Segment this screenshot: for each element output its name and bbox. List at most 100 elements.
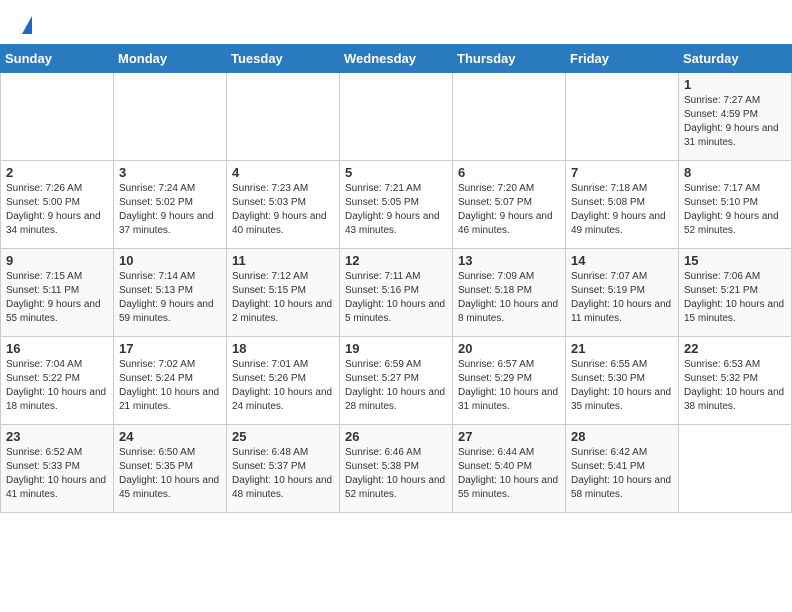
- day-number: 4: [232, 165, 334, 180]
- calendar-cell: 27 Sunrise: 6:44 AM Sunset: 5:40 PM Dayli…: [453, 425, 566, 513]
- day-number: 2: [6, 165, 108, 180]
- calendar-cell: 21Sunrise: 6:55 AM Sunset: 5:30 PM Dayli…: [566, 337, 679, 425]
- day-number: 24: [119, 429, 221, 444]
- day-info: Sunrise: 7:24 AM Sunset: 5:02 PM Dayligh…: [119, 182, 221, 238]
- page: SundayMondayTuesdayWednesdayThursdayFrid…: [0, 0, 792, 513]
- day-number: 18: [232, 341, 334, 356]
- calendar-cell: 28 Sunrise: 6:42 AM Sunset: 5:41 PM Dayli…: [566, 425, 679, 513]
- calendar-cell: 2 Sunrise: 7:26 AM Sunset: 5:00 PM Daylig…: [1, 161, 114, 249]
- day-info: Sunrise: 7:01 AM Sunset: 5:26 PM Dayligh…: [232, 358, 334, 414]
- week-row-5: 23Sunrise: 6:52 AM Sunset: 5:33 PM Dayli…: [1, 425, 792, 513]
- day-header-monday: Monday: [114, 45, 227, 73]
- day-number: 25: [232, 429, 334, 444]
- day-header-sunday: Sunday: [1, 45, 114, 73]
- day-info: Sunrise: 7:12 AM Sunset: 5:15 PM Dayligh…: [232, 270, 334, 326]
- calendar-cell: 9 Sunrise: 7:15 AM Sunset: 5:11 PM Daylig…: [1, 249, 114, 337]
- day-header-thursday: Thursday: [453, 45, 566, 73]
- day-number: 5: [345, 165, 447, 180]
- day-info: Sunrise: 6:57 AM Sunset: 5:29 PM Dayligh…: [458, 358, 560, 414]
- day-header-wednesday: Wednesday: [340, 45, 453, 73]
- calendar-cell: [566, 73, 679, 161]
- day-info: Sunrise: 6:52 AM Sunset: 5:33 PM Dayligh…: [6, 446, 108, 502]
- day-info: Sunrise: 7:20 AM Sunset: 5:07 PM Dayligh…: [458, 182, 560, 238]
- calendar-cell: 24 Sunrise: 6:50 AM Sunset: 5:35 PM Dayli…: [114, 425, 227, 513]
- day-info: Sunrise: 6:44 AM Sunset: 5:40 PM Dayligh…: [458, 446, 560, 502]
- day-info: Sunrise: 6:55 AM Sunset: 5:30 PM Dayligh…: [571, 358, 673, 414]
- calendar-cell: 5 Sunrise: 7:21 AM Sunset: 5:05 PM Daylig…: [340, 161, 453, 249]
- day-number: 9: [6, 253, 108, 268]
- day-header-row: SundayMondayTuesdayWednesdayThursdayFrid…: [1, 45, 792, 73]
- calendar-cell: 1 Sunrise: 7:27 AM Sunset: 4:59 PM Daylig…: [679, 73, 792, 161]
- logo-icon: [20, 18, 32, 34]
- calendar-cell: 12 Sunrise: 7:11 AM Sunset: 5:16 PM Dayli…: [340, 249, 453, 337]
- day-number: 28: [571, 429, 673, 444]
- calendar-cell: 8 Sunrise: 7:17 AM Sunset: 5:10 PM Daylig…: [679, 161, 792, 249]
- calendar-cell: [227, 73, 340, 161]
- day-info: Sunrise: 6:59 AM Sunset: 5:27 PM Dayligh…: [345, 358, 447, 414]
- calendar-cell: 25 Sunrise: 6:48 AM Sunset: 5:37 PM Dayli…: [227, 425, 340, 513]
- day-number: 11: [232, 253, 334, 268]
- day-number: 19: [345, 341, 447, 356]
- week-row-3: 9 Sunrise: 7:15 AM Sunset: 5:11 PM Daylig…: [1, 249, 792, 337]
- calendar-cell: [1, 73, 114, 161]
- calendar-cell: 22 Sunrise: 6:53 AM Sunset: 5:32 PM Dayli…: [679, 337, 792, 425]
- day-number: 27: [458, 429, 560, 444]
- calendar-cell: 4 Sunrise: 7:23 AM Sunset: 5:03 PM Daylig…: [227, 161, 340, 249]
- day-info: Sunrise: 6:53 AM Sunset: 5:32 PM Dayligh…: [684, 358, 786, 414]
- day-number: 20: [458, 341, 560, 356]
- day-info: Sunrise: 7:09 AM Sunset: 5:18 PM Dayligh…: [458, 270, 560, 326]
- calendar-cell: [453, 73, 566, 161]
- calendar-cell: [114, 73, 227, 161]
- calendar-cell: [679, 425, 792, 513]
- week-row-1: 1 Sunrise: 7:27 AM Sunset: 4:59 PM Daylig…: [1, 73, 792, 161]
- day-info: Sunrise: 7:15 AM Sunset: 5:11 PM Dayligh…: [6, 270, 108, 326]
- calendar-cell: 18 Sunrise: 7:01 AM Sunset: 5:26 PM Dayli…: [227, 337, 340, 425]
- day-info: Sunrise: 7:11 AM Sunset: 5:16 PM Dayligh…: [345, 270, 447, 326]
- calendar-cell: 15Sunrise: 7:06 AM Sunset: 5:21 PM Dayli…: [679, 249, 792, 337]
- day-info: Sunrise: 7:23 AM Sunset: 5:03 PM Dayligh…: [232, 182, 334, 238]
- calendar-cell: 14 Sunrise: 7:07 AM Sunset: 5:19 PM Dayli…: [566, 249, 679, 337]
- day-info: Sunrise: 6:50 AM Sunset: 5:35 PM Dayligh…: [119, 446, 221, 502]
- day-info: Sunrise: 7:07 AM Sunset: 5:19 PM Dayligh…: [571, 270, 673, 326]
- calendar-cell: 11 Sunrise: 7:12 AM Sunset: 5:15 PM Dayli…: [227, 249, 340, 337]
- day-info: Sunrise: 7:21 AM Sunset: 5:05 PM Dayligh…: [345, 182, 447, 238]
- day-header-saturday: Saturday: [679, 45, 792, 73]
- calendar-cell: 6 Sunrise: 7:20 AM Sunset: 5:07 PM Daylig…: [453, 161, 566, 249]
- day-number: 1: [684, 77, 786, 92]
- day-number: 26: [345, 429, 447, 444]
- day-info: Sunrise: 7:02 AM Sunset: 5:24 PM Dayligh…: [119, 358, 221, 414]
- calendar-body: 1 Sunrise: 7:27 AM Sunset: 4:59 PM Daylig…: [1, 73, 792, 513]
- day-number: 15: [684, 253, 786, 268]
- calendar-cell: 10 Sunrise: 7:14 AM Sunset: 5:13 PM Dayli…: [114, 249, 227, 337]
- day-info: Sunrise: 7:14 AM Sunset: 5:13 PM Dayligh…: [119, 270, 221, 326]
- day-number: 3: [119, 165, 221, 180]
- day-number: 16: [6, 341, 108, 356]
- day-number: 7: [571, 165, 673, 180]
- day-number: 10: [119, 253, 221, 268]
- day-number: 14: [571, 253, 673, 268]
- day-number: 8: [684, 165, 786, 180]
- calendar: SundayMondayTuesdayWednesdayThursdayFrid…: [0, 44, 792, 513]
- day-info: Sunrise: 6:48 AM Sunset: 5:37 PM Dayligh…: [232, 446, 334, 502]
- week-row-4: 16 Sunrise: 7:04 AM Sunset: 5:22 PM Dayli…: [1, 337, 792, 425]
- day-info: Sunrise: 6:46 AM Sunset: 5:38 PM Dayligh…: [345, 446, 447, 502]
- day-info: Sunrise: 7:27 AM Sunset: 4:59 PM Dayligh…: [684, 94, 786, 150]
- calendar-cell: 23Sunrise: 6:52 AM Sunset: 5:33 PM Dayli…: [1, 425, 114, 513]
- calendar-cell: 7Sunrise: 7:18 AM Sunset: 5:08 PM Daylig…: [566, 161, 679, 249]
- calendar-cell: 17 Sunrise: 7:02 AM Sunset: 5:24 PM Dayli…: [114, 337, 227, 425]
- calendar-cell: 20 Sunrise: 6:57 AM Sunset: 5:29 PM Dayli…: [453, 337, 566, 425]
- calendar-header: SundayMondayTuesdayWednesdayThursdayFrid…: [1, 45, 792, 73]
- day-header-tuesday: Tuesday: [227, 45, 340, 73]
- calendar-cell: 16 Sunrise: 7:04 AM Sunset: 5:22 PM Dayli…: [1, 337, 114, 425]
- day-number: 22: [684, 341, 786, 356]
- day-number: 12: [345, 253, 447, 268]
- day-number: 6: [458, 165, 560, 180]
- logo-triangle-icon: [22, 16, 32, 34]
- calendar-cell: 13Sunrise: 7:09 AM Sunset: 5:18 PM Dayli…: [453, 249, 566, 337]
- day-info: Sunrise: 6:42 AM Sunset: 5:41 PM Dayligh…: [571, 446, 673, 502]
- day-number: 17: [119, 341, 221, 356]
- day-info: Sunrise: 7:17 AM Sunset: 5:10 PM Dayligh…: [684, 182, 786, 238]
- day-info: Sunrise: 7:04 AM Sunset: 5:22 PM Dayligh…: [6, 358, 108, 414]
- day-info: Sunrise: 7:26 AM Sunset: 5:00 PM Dayligh…: [6, 182, 108, 238]
- header: [0, 0, 792, 44]
